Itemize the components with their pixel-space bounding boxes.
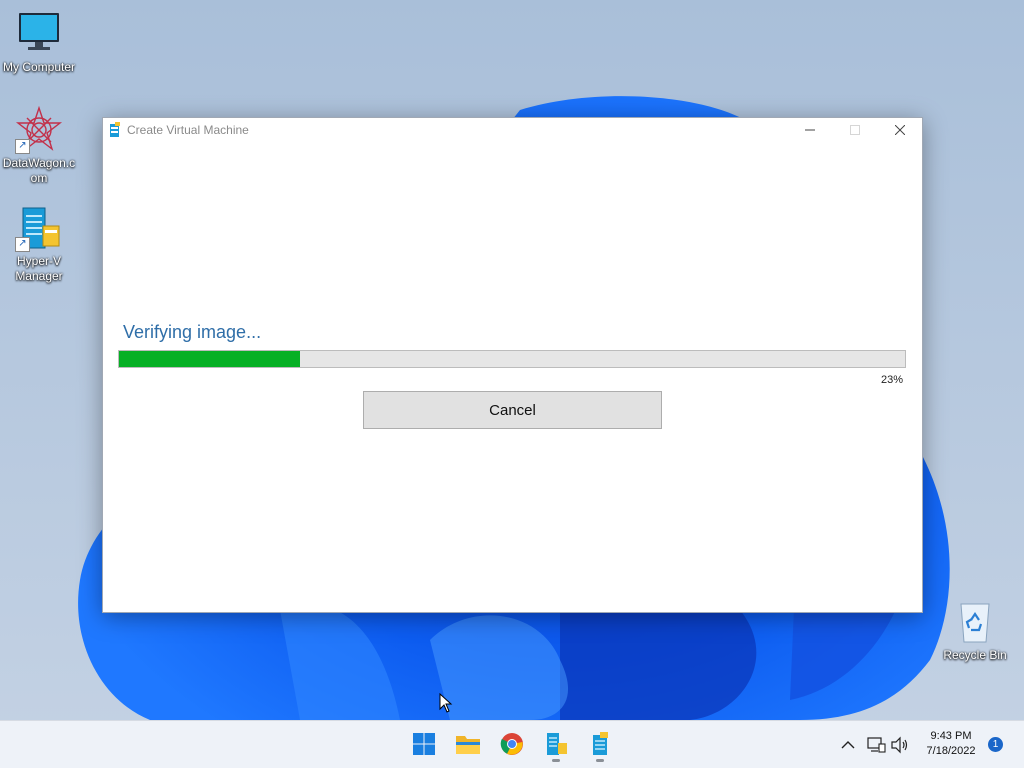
minimize-icon [804, 129, 815, 131]
recycle-bin-icon [951, 598, 999, 646]
taskbar-hyperv-manager[interactable] [541, 729, 571, 762]
clock[interactable]: 9:43 PM 7/18/2022 [918, 729, 984, 759]
desktop-icon-my-computer[interactable]: My Computer [0, 10, 78, 75]
datawagon-logo-icon: ↗ [15, 105, 63, 154]
shortcut-arrow-icon: ↗ [15, 139, 30, 154]
desktop-icon-label: DataWagon.com [2, 156, 76, 185]
running-indicator [552, 759, 560, 762]
chrome-icon [500, 733, 523, 755]
clock-date: 7/18/2022 [926, 745, 976, 757]
desktop-icon-label: My Computer [2, 60, 76, 74]
windows-start-icon [413, 733, 435, 755]
minimize-button[interactable] [787, 118, 832, 142]
progress-fill [119, 351, 300, 367]
cancel-button[interactable]: Cancel [363, 391, 662, 429]
window-titlebar[interactable]: Create Virtual Machine [103, 118, 922, 142]
desktop-icon-label: Recycle Bin [943, 648, 1007, 662]
desktop-icon-datawagon[interactable]: ↗ DataWagon.com [0, 105, 78, 186]
desktop-icon-recycle-bin[interactable]: Recycle Bin [936, 598, 1014, 663]
taskbar-vm-setup[interactable] [585, 729, 615, 762]
hyperv-manager-icon [547, 733, 567, 755]
show-hidden-icons-button[interactable] [838, 735, 858, 755]
vm-setup-icon [593, 732, 608, 755]
progress-bar [118, 350, 906, 368]
window-title: Create Virtual Machine [127, 123, 249, 137]
hyperv-icon: ↗ [15, 204, 63, 252]
vm-setup-icon [110, 122, 120, 137]
shortcut-arrow-icon: ↗ [15, 237, 30, 252]
volume-button[interactable] [890, 735, 910, 755]
status-text: Verifying image... [123, 322, 262, 342]
mouse-cursor-icon [439, 693, 453, 713]
progress-percent: 23% [880, 374, 903, 386]
create-vm-window: Create Virtual Machine Verifying image..… [102, 117, 923, 613]
close-icon [894, 125, 905, 135]
close-button[interactable] [877, 118, 922, 142]
file-explorer-icon [456, 736, 480, 754]
running-indicator [596, 759, 604, 762]
notification-badge[interactable]: 1 [988, 737, 1003, 752]
taskbar-file-explorer[interactable] [453, 729, 483, 759]
taskbar-chrome[interactable] [497, 729, 527, 759]
chevron-up-icon [841, 741, 855, 749]
network-icon [867, 737, 886, 753]
start-button[interactable] [409, 729, 439, 759]
volume-icon [891, 736, 908, 754]
desktop-icon-hyperv-manager[interactable]: ↗ Hyper-V Manager [0, 204, 78, 284]
monitor-icon [15, 10, 63, 58]
desktop-icon-label: Hyper-V Manager [15, 254, 63, 283]
network-button[interactable] [866, 735, 886, 755]
maximize-icon [849, 125, 860, 135]
clock-time: 9:43 PM [930, 730, 972, 742]
taskbar: 9:43 PM 7/18/2022 1 [0, 720, 1024, 768]
maximize-button [832, 118, 877, 142]
